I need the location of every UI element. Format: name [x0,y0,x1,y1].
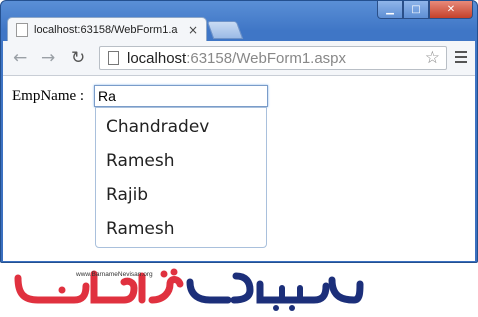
close-window-button[interactable]: ✕ [429,1,473,19]
logo-url-text: www.BarnameNevisan.org [75,271,153,278]
url-path: :63158/WebForm1.aspx [186,49,347,67]
address-bar[interactable]: localhost:63158/WebForm1.aspx ☆ [99,46,447,70]
autocomplete-item[interactable]: Ramesh [96,144,266,178]
autocomplete-item[interactable]: Chandradev [96,110,266,144]
window-controls: ▁ □ ✕ [377,1,473,19]
url-text: localhost:63158/WebForm1.aspx [127,50,346,67]
bookmark-star-icon[interactable]: ☆ [425,48,440,68]
page-icon [108,51,119,65]
page-content: EmpName : Chandradev Ramesh Rajib Ramesh [3,76,475,261]
logo-graphic: www.BarnameNevisan.org [14,268,364,311]
autocomplete-list: Chandradev Ramesh Rajib Ramesh [95,107,267,248]
maximize-button[interactable]: □ [403,1,429,19]
reload-icon[interactable]: ↻ [71,49,85,67]
new-tab-button[interactable] [206,21,244,39]
page-favicon-icon [16,22,28,37]
empname-label: EmpName : [12,88,85,104]
url-host: localhost [127,49,187,67]
barnamenevisan-logo: www.BarnameNevisan.org [14,264,364,312]
autocomplete-item[interactable]: Ramesh [96,212,266,246]
browser-toolbar: ← → ↻ localhost:63158/WebForm1.aspx ☆ [3,41,475,76]
browser-tab[interactable]: localhost:63158/WebForm1.a × [7,17,207,41]
tab-close-icon[interactable]: × [188,23,198,37]
minimize-button[interactable]: ▁ [377,1,403,19]
empname-input[interactable] [94,85,268,107]
tab-title: localhost:63158/WebForm1.a [34,23,178,36]
back-arrow-icon[interactable]: ← [13,49,27,67]
forward-arrow-icon[interactable]: → [41,49,55,67]
autocomplete-item[interactable]: Rajib [96,178,266,212]
browser-window: ▁ □ ✕ localhost:63158/WebForm1.a × ← → ↻… [0,0,478,263]
menu-icon[interactable] [455,51,467,66]
